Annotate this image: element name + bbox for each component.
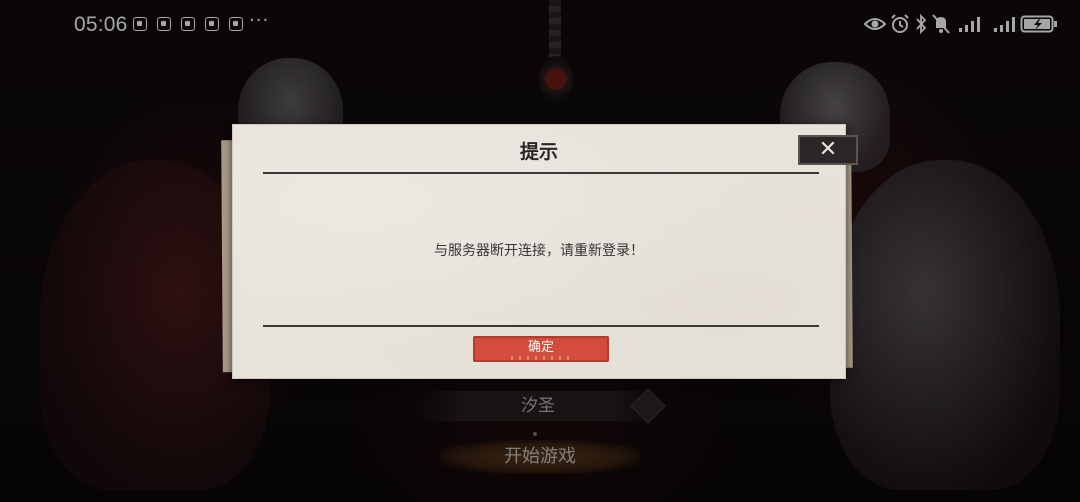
- divider: [263, 325, 819, 327]
- confirm-label: 确定: [527, 340, 554, 355]
- dialog-message: 与服务器断开连接，请重新登录！: [434, 243, 644, 259]
- confirm-button[interactable]: 确定: [473, 336, 609, 362]
- divider: [263, 172, 819, 174]
- confirm-decoration: [511, 356, 571, 360]
- dialog-title: 提示: [519, 141, 558, 163]
- close-button[interactable]: ✕: [798, 135, 858, 165]
- close-icon: ✕: [818, 137, 838, 162]
- alert-dialog: 提示 与服务器断开连接，请重新登录！ 确定 ✕: [232, 124, 858, 379]
